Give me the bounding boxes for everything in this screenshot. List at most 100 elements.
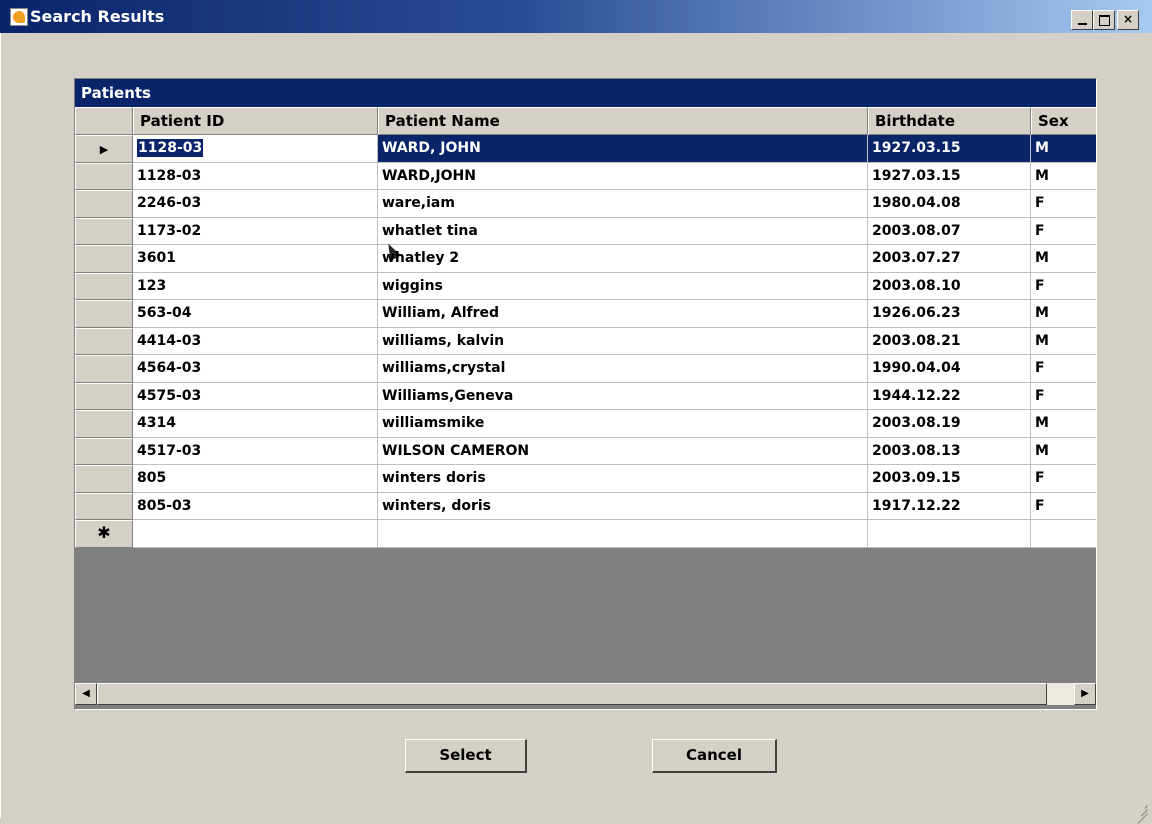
table-row[interactable]: ▶ 1128-03 WARD, JOHN 1927.03.15 M xyxy=(75,135,1096,163)
table-row[interactable]: 4564-03 williams,crystal 1990.04.04 F xyxy=(75,355,1096,383)
cell-patient-id[interactable]: 4517-03 xyxy=(133,437,378,465)
table-row[interactable]: 805 winters doris 2003.09.15 F xyxy=(75,465,1096,493)
cell-birthdate[interactable]: 2003.08.07 xyxy=(868,217,1031,245)
cell-patient-name[interactable]: ware,iam xyxy=(378,190,868,218)
table-row[interactable]: 4517-03 WILSON CAMERON 2003.08.13 M xyxy=(75,437,1096,465)
horizontal-scrollbar[interactable]: ◀ ▶ xyxy=(75,683,1096,705)
cell-patient-name[interactable]: Williams,Geneva xyxy=(378,382,868,410)
cell-sex[interactable]: M xyxy=(1031,135,1096,163)
cell-sex[interactable] xyxy=(1031,520,1096,548)
scroll-right-button[interactable]: ▶ xyxy=(1074,683,1096,705)
scroll-thumb[interactable] xyxy=(97,683,1047,705)
cell-birthdate[interactable]: 2003.08.10 xyxy=(868,272,1031,300)
cell-patient-id[interactable]: 805 xyxy=(133,465,378,493)
cancel-button[interactable]: Cancel xyxy=(652,739,777,773)
cell-sex[interactable]: F xyxy=(1031,355,1096,383)
table-row[interactable]: 563-04 William, Alfred 1926.06.23 M xyxy=(75,300,1096,328)
cell-patient-name[interactable]: William, Alfred xyxy=(378,300,868,328)
cell-sex[interactable]: M xyxy=(1031,300,1096,328)
table-row[interactable]: 4314 williamsmike 2003.08.19 M xyxy=(75,410,1096,438)
row-selector[interactable] xyxy=(75,492,133,520)
cell-birthdate[interactable]: 1990.04.04 xyxy=(868,355,1031,383)
cell-patient-id[interactable]: 563-04 xyxy=(133,300,378,328)
new-record-row[interactable]: ✱ xyxy=(75,520,1096,548)
cell-birthdate[interactable] xyxy=(868,520,1031,548)
cell-patient-name[interactable]: winters doris xyxy=(378,465,868,493)
cell-patient-id[interactable]: 1128-03 xyxy=(133,162,378,190)
row-selector[interactable] xyxy=(75,272,133,300)
row-selector[interactable] xyxy=(75,355,133,383)
cell-patient-name[interactable]: winters, doris xyxy=(378,492,868,520)
column-header-birthdate[interactable]: Birthdate xyxy=(868,107,1031,135)
cell-patient-name[interactable]: WARD, JOHN xyxy=(378,135,868,163)
row-selector[interactable] xyxy=(75,190,133,218)
row-selector[interactable] xyxy=(75,382,133,410)
cell-patient-name[interactable]: williams, kalvin xyxy=(378,327,868,355)
column-header-patient-name[interactable]: Patient Name xyxy=(378,107,868,135)
table-row[interactable]: 1173-02 whatlet tina 2003.08.07 F xyxy=(75,217,1096,245)
cell-patient-name[interactable]: williams,crystal xyxy=(378,355,868,383)
cell-patient-id[interactable]: 2246-03 xyxy=(133,190,378,218)
cell-sex[interactable]: F xyxy=(1031,465,1096,493)
cell-patient-id[interactable]: 4314 xyxy=(133,410,378,438)
cell-patient-name[interactable]: wiggins xyxy=(378,272,868,300)
row-selector[interactable]: ▶ xyxy=(75,135,133,163)
row-selector[interactable] xyxy=(75,300,133,328)
cell-birthdate[interactable]: 2003.09.15 xyxy=(868,465,1031,493)
cell-birthdate[interactable]: 1944.12.22 xyxy=(868,382,1031,410)
cell-patient-id[interactable]: 4575-03 xyxy=(133,382,378,410)
cell-sex[interactable]: F xyxy=(1031,492,1096,520)
cell-patient-id[interactable]: 123 xyxy=(133,272,378,300)
cell-birthdate[interactable]: 1927.03.15 xyxy=(868,135,1031,163)
app-icon[interactable] xyxy=(10,8,28,26)
row-selector[interactable] xyxy=(75,327,133,355)
cell-patient-id[interactable] xyxy=(133,520,378,548)
maximize-button[interactable] xyxy=(1093,10,1115,30)
row-selector[interactable] xyxy=(75,410,133,438)
cell-sex[interactable]: F xyxy=(1031,382,1096,410)
cell-patient-name[interactable] xyxy=(378,520,868,548)
cell-sex[interactable]: F xyxy=(1031,190,1096,218)
cell-sex[interactable]: M xyxy=(1031,410,1096,438)
cell-sex[interactable]: M xyxy=(1031,245,1096,273)
cell-sex[interactable]: M xyxy=(1031,327,1096,355)
column-header-patient-id[interactable]: Patient ID xyxy=(133,107,378,135)
cell-birthdate[interactable]: 1926.06.23 xyxy=(868,300,1031,328)
table-row[interactable]: 3601 whatley 2 2003.07.27 M xyxy=(75,245,1096,273)
row-selector[interactable] xyxy=(75,245,133,273)
table-row[interactable]: 4575-03 Williams,Geneva 1944.12.22 F xyxy=(75,382,1096,410)
cell-birthdate[interactable]: 2003.08.19 xyxy=(868,410,1031,438)
close-button[interactable]: × xyxy=(1117,10,1139,30)
cell-patient-id[interactable]: 805-03 xyxy=(133,492,378,520)
cell-birthdate[interactable]: 2003.07.27 xyxy=(868,245,1031,273)
title-bar[interactable]: Search Results × xyxy=(0,0,1152,33)
cell-birthdate[interactable]: 1917.12.22 xyxy=(868,492,1031,520)
cell-patient-name[interactable]: williamsmike xyxy=(378,410,868,438)
cell-patient-name[interactable]: whatlet tina xyxy=(378,217,868,245)
table-row[interactable]: 4414-03 williams, kalvin 2003.08.21 M xyxy=(75,327,1096,355)
cell-sex[interactable]: F xyxy=(1031,217,1096,245)
scroll-left-button[interactable]: ◀ xyxy=(75,683,97,705)
cell-patient-id[interactable]: 1173-02 xyxy=(133,217,378,245)
cell-sex[interactable]: M xyxy=(1031,437,1096,465)
row-header-corner[interactable] xyxy=(75,107,133,135)
row-selector[interactable] xyxy=(75,437,133,465)
cell-sex[interactable]: M xyxy=(1031,162,1096,190)
table-row[interactable]: 2246-03 ware,iam 1980.04.08 F xyxy=(75,190,1096,218)
cell-sex[interactable]: F xyxy=(1031,272,1096,300)
cell-birthdate[interactable]: 1980.04.08 xyxy=(868,190,1031,218)
minimize-button[interactable] xyxy=(1071,10,1093,30)
column-header-sex[interactable]: Sex xyxy=(1031,107,1096,135)
cell-patient-name[interactable]: WARD,JOHN xyxy=(378,162,868,190)
cell-birthdate[interactable]: 1927.03.15 xyxy=(868,162,1031,190)
table-row[interactable]: 805-03 winters, doris 1917.12.22 F xyxy=(75,492,1096,520)
cell-patient-name[interactable]: whatley 2 xyxy=(378,245,868,273)
resize-grip-icon[interactable] xyxy=(1132,798,1148,824)
row-selector[interactable] xyxy=(75,162,133,190)
cell-birthdate[interactable]: 2003.08.13 xyxy=(868,437,1031,465)
row-selector[interactable]: ✱ xyxy=(75,520,133,548)
cell-birthdate[interactable]: 2003.08.21 xyxy=(868,327,1031,355)
cell-patient-id[interactable]: 4564-03 xyxy=(133,355,378,383)
cell-patient-id[interactable]: 3601 xyxy=(133,245,378,273)
cell-patient-id[interactable]: 4414-03 xyxy=(133,327,378,355)
